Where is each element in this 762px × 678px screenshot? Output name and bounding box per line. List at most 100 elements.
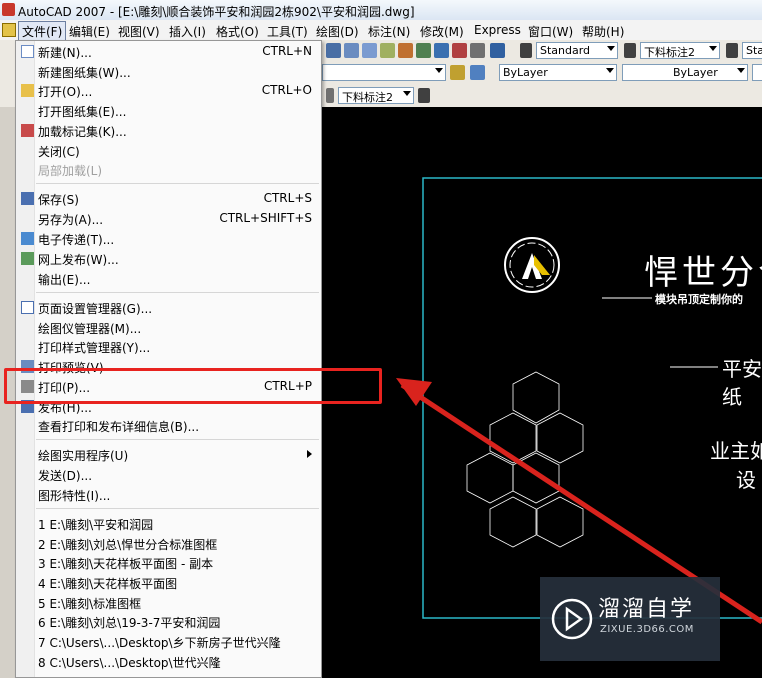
menu-item-publish-web[interactable]: 网上发布(W)...: [17, 249, 320, 268]
menu-item-label: 绘图实用程序(U): [38, 449, 129, 463]
help-icon[interactable]: [490, 43, 505, 58]
menu-express[interactable]: Express: [474, 23, 521, 37]
table-style-select[interactable]: Sta: [742, 42, 762, 59]
menu-window[interactable]: 窗口(W): [528, 23, 573, 40]
dim-style-icon: [624, 43, 636, 58]
menu-file[interactable]: 文件(F): [18, 21, 67, 42]
menu-item-shortcut: CTRL+S: [263, 191, 312, 205]
etransmit-icon: [21, 232, 34, 245]
menu-dimension[interactable]: 标注(N): [368, 23, 410, 40]
menu-insert[interactable]: 插入(I): [169, 23, 206, 40]
menu-item-close[interactable]: 关闭(C): [17, 141, 320, 160]
file-menu-dropdown: 新建(N)... CTRL+N 新建图纸集(W)... 打开(O)... CTR…: [15, 40, 322, 678]
menu-format[interactable]: 格式(O): [216, 23, 259, 40]
menu-item-drawing-properties[interactable]: 图形特性(I)...: [17, 485, 320, 504]
play-logo-icon: [551, 598, 593, 640]
owner-line-1: 业主如: [710, 439, 762, 463]
menu-item-export[interactable]: 输出(E)...: [17, 269, 320, 288]
layer-select[interactable]: [322, 64, 446, 81]
design-center-icon[interactable]: [416, 43, 431, 58]
text-style-select[interactable]: Standard: [536, 42, 618, 59]
menu-tools[interactable]: 工具(T): [267, 23, 308, 40]
title-bar: AutoCAD 2007 - [E:\雕刻\顺合装饰平安和润园2栋902\平安和…: [0, 0, 762, 21]
menu-help[interactable]: 帮助(H): [582, 23, 624, 40]
red-arrow-head: [396, 378, 432, 406]
menu-item-new[interactable]: 新建(N)... CTRL+N: [17, 42, 320, 61]
menu-item-label: 页面设置管理器(G)...: [38, 302, 153, 316]
linetype-select[interactable]: ByLayer: [622, 64, 748, 81]
zoom-window-icon[interactable]: [362, 43, 377, 58]
chevron-down-icon: [607, 46, 615, 51]
dim-style-2-value: 下料标注2: [342, 91, 393, 104]
menu-view[interactable]: 视图(V): [118, 23, 160, 40]
menu-item-label: 电子传递(T)...: [38, 233, 115, 247]
publish-web-icon: [21, 252, 34, 265]
autocad-app-icon: [2, 3, 15, 16]
menu-draw[interactable]: 绘图(D): [316, 23, 359, 40]
dim-style-select[interactable]: 下料标注2: [640, 42, 720, 59]
save-icon: [21, 192, 34, 205]
watermark-title: 溜溜自学: [598, 597, 695, 622]
menu-item-plot-publish-details[interactable]: 查看打印和发布详细信息(B)...: [17, 416, 320, 435]
table-style-icon: [726, 43, 738, 58]
menu-item-new-sheet-set[interactable]: 新建图纸集(W)...: [17, 62, 320, 81]
menu-bar: 文件(F) 编辑(E) 视图(V) 插入(I) 格式(O) 工具(T) 绘图(D…: [0, 20, 762, 42]
dim-style-select-2[interactable]: 下料标注2: [338, 87, 414, 104]
tool-palettes-icon[interactable]: [434, 43, 449, 58]
recent-file-item[interactable]: 7 C:\Users\...\Desktop\乡下新房子世代兴隆: [17, 632, 320, 651]
menu-item-etransmit[interactable]: 电子传递(T)...: [17, 229, 320, 248]
layer-previous-icon[interactable]: [470, 65, 485, 80]
menu-item-open-sheet-set[interactable]: 打开图纸集(E)...: [17, 101, 320, 120]
document-icon[interactable]: [2, 23, 16, 37]
chevron-down-icon: [737, 68, 745, 73]
submenu-arrow-icon: [307, 450, 312, 458]
sheet-set-icon[interactable]: [452, 43, 467, 58]
chevron-down-icon: [606, 68, 614, 73]
menu-item-page-setup-manager[interactable]: 页面设置管理器(G)...: [17, 298, 320, 317]
properties-icon[interactable]: [398, 43, 413, 58]
dim-style-manager-icon[interactable]: [418, 88, 430, 103]
menu-item-label: 打开(O)...: [38, 85, 93, 99]
drawing-subtitle: 模块吊顶定制你的: [655, 293, 743, 306]
calculator-icon[interactable]: [470, 43, 485, 58]
recent-file-item[interactable]: 5 E:\雕刻\标准图框: [17, 593, 320, 612]
recent-file-item[interactable]: 6 E:\雕刻\刘总\19-3-7平安和润园: [17, 612, 320, 631]
menu-item-save[interactable]: 保存(S) CTRL+S: [17, 189, 320, 208]
recent-file-item[interactable]: 8 C:\Users\...\Desktop\世代兴隆: [17, 652, 320, 671]
menu-item-shortcut: CTRL+N: [262, 44, 312, 58]
chevron-down-icon: [403, 91, 411, 96]
menu-item-plotter-manager[interactable]: 绘图仪管理器(M)...: [17, 318, 320, 337]
color-select[interactable]: ByLayer: [499, 64, 617, 81]
menu-modify[interactable]: 修改(M): [420, 23, 464, 40]
dim-update-icon[interactable]: [326, 88, 334, 103]
menu-edit[interactable]: 编辑(E): [69, 23, 110, 40]
new-file-icon: [21, 45, 34, 58]
menu-item-label: 保存(S): [38, 193, 79, 207]
menu-item-drawing-utilities[interactable]: 绘图实用程序(U): [17, 445, 320, 464]
recent-file-item[interactable]: 3 E:\雕刻\天花样板平面图 - 副本: [17, 553, 320, 572]
menu-item-label: 发送(D)...: [38, 469, 93, 483]
lineweight-select[interactable]: [752, 64, 762, 81]
menu-item-load-markup-set[interactable]: 加载标记集(K)...: [17, 121, 320, 140]
window-title: AutoCAD 2007 - [E:\雕刻\顺合装饰平安和润园2栋902\平安和…: [18, 5, 415, 19]
menu-item-save-as[interactable]: 另存为(A)... CTRL+SHIFT+S: [17, 209, 320, 228]
recent-file-item[interactable]: 2 E:\雕刻\刘总\悍世分合标准图框: [17, 534, 320, 553]
menu-item-plot-style-manager[interactable]: 打印样式管理器(Y)...: [17, 337, 320, 356]
pan-icon[interactable]: [326, 43, 341, 58]
recent-file-item[interactable]: 4 E:\雕刻\天花样板平面图: [17, 573, 320, 592]
menu-item-send[interactable]: 发送(D)...: [17, 465, 320, 484]
open-folder-icon: [21, 84, 34, 97]
text-style-icon: [520, 43, 532, 58]
zoom-previous-icon[interactable]: [380, 43, 395, 58]
make-layer-current-icon[interactable]: [450, 65, 465, 80]
chevron-down-icon: [435, 68, 443, 73]
recent-file-item[interactable]: 1 E:\雕刻\平安和润园: [17, 514, 320, 533]
zoom-realtime-icon[interactable]: [344, 43, 359, 58]
print-highlight-box: [4, 368, 382, 404]
project-name-2: 纸: [722, 385, 742, 409]
menu-item-label: 网上发布(W)...: [38, 253, 119, 267]
text-style-value: Standard: [540, 44, 591, 57]
menu-item-open[interactable]: 打开(O)... CTRL+O: [17, 81, 320, 100]
menu-item-label: 打开图纸集(E)...: [38, 105, 127, 119]
menu-separator: [36, 292, 319, 293]
